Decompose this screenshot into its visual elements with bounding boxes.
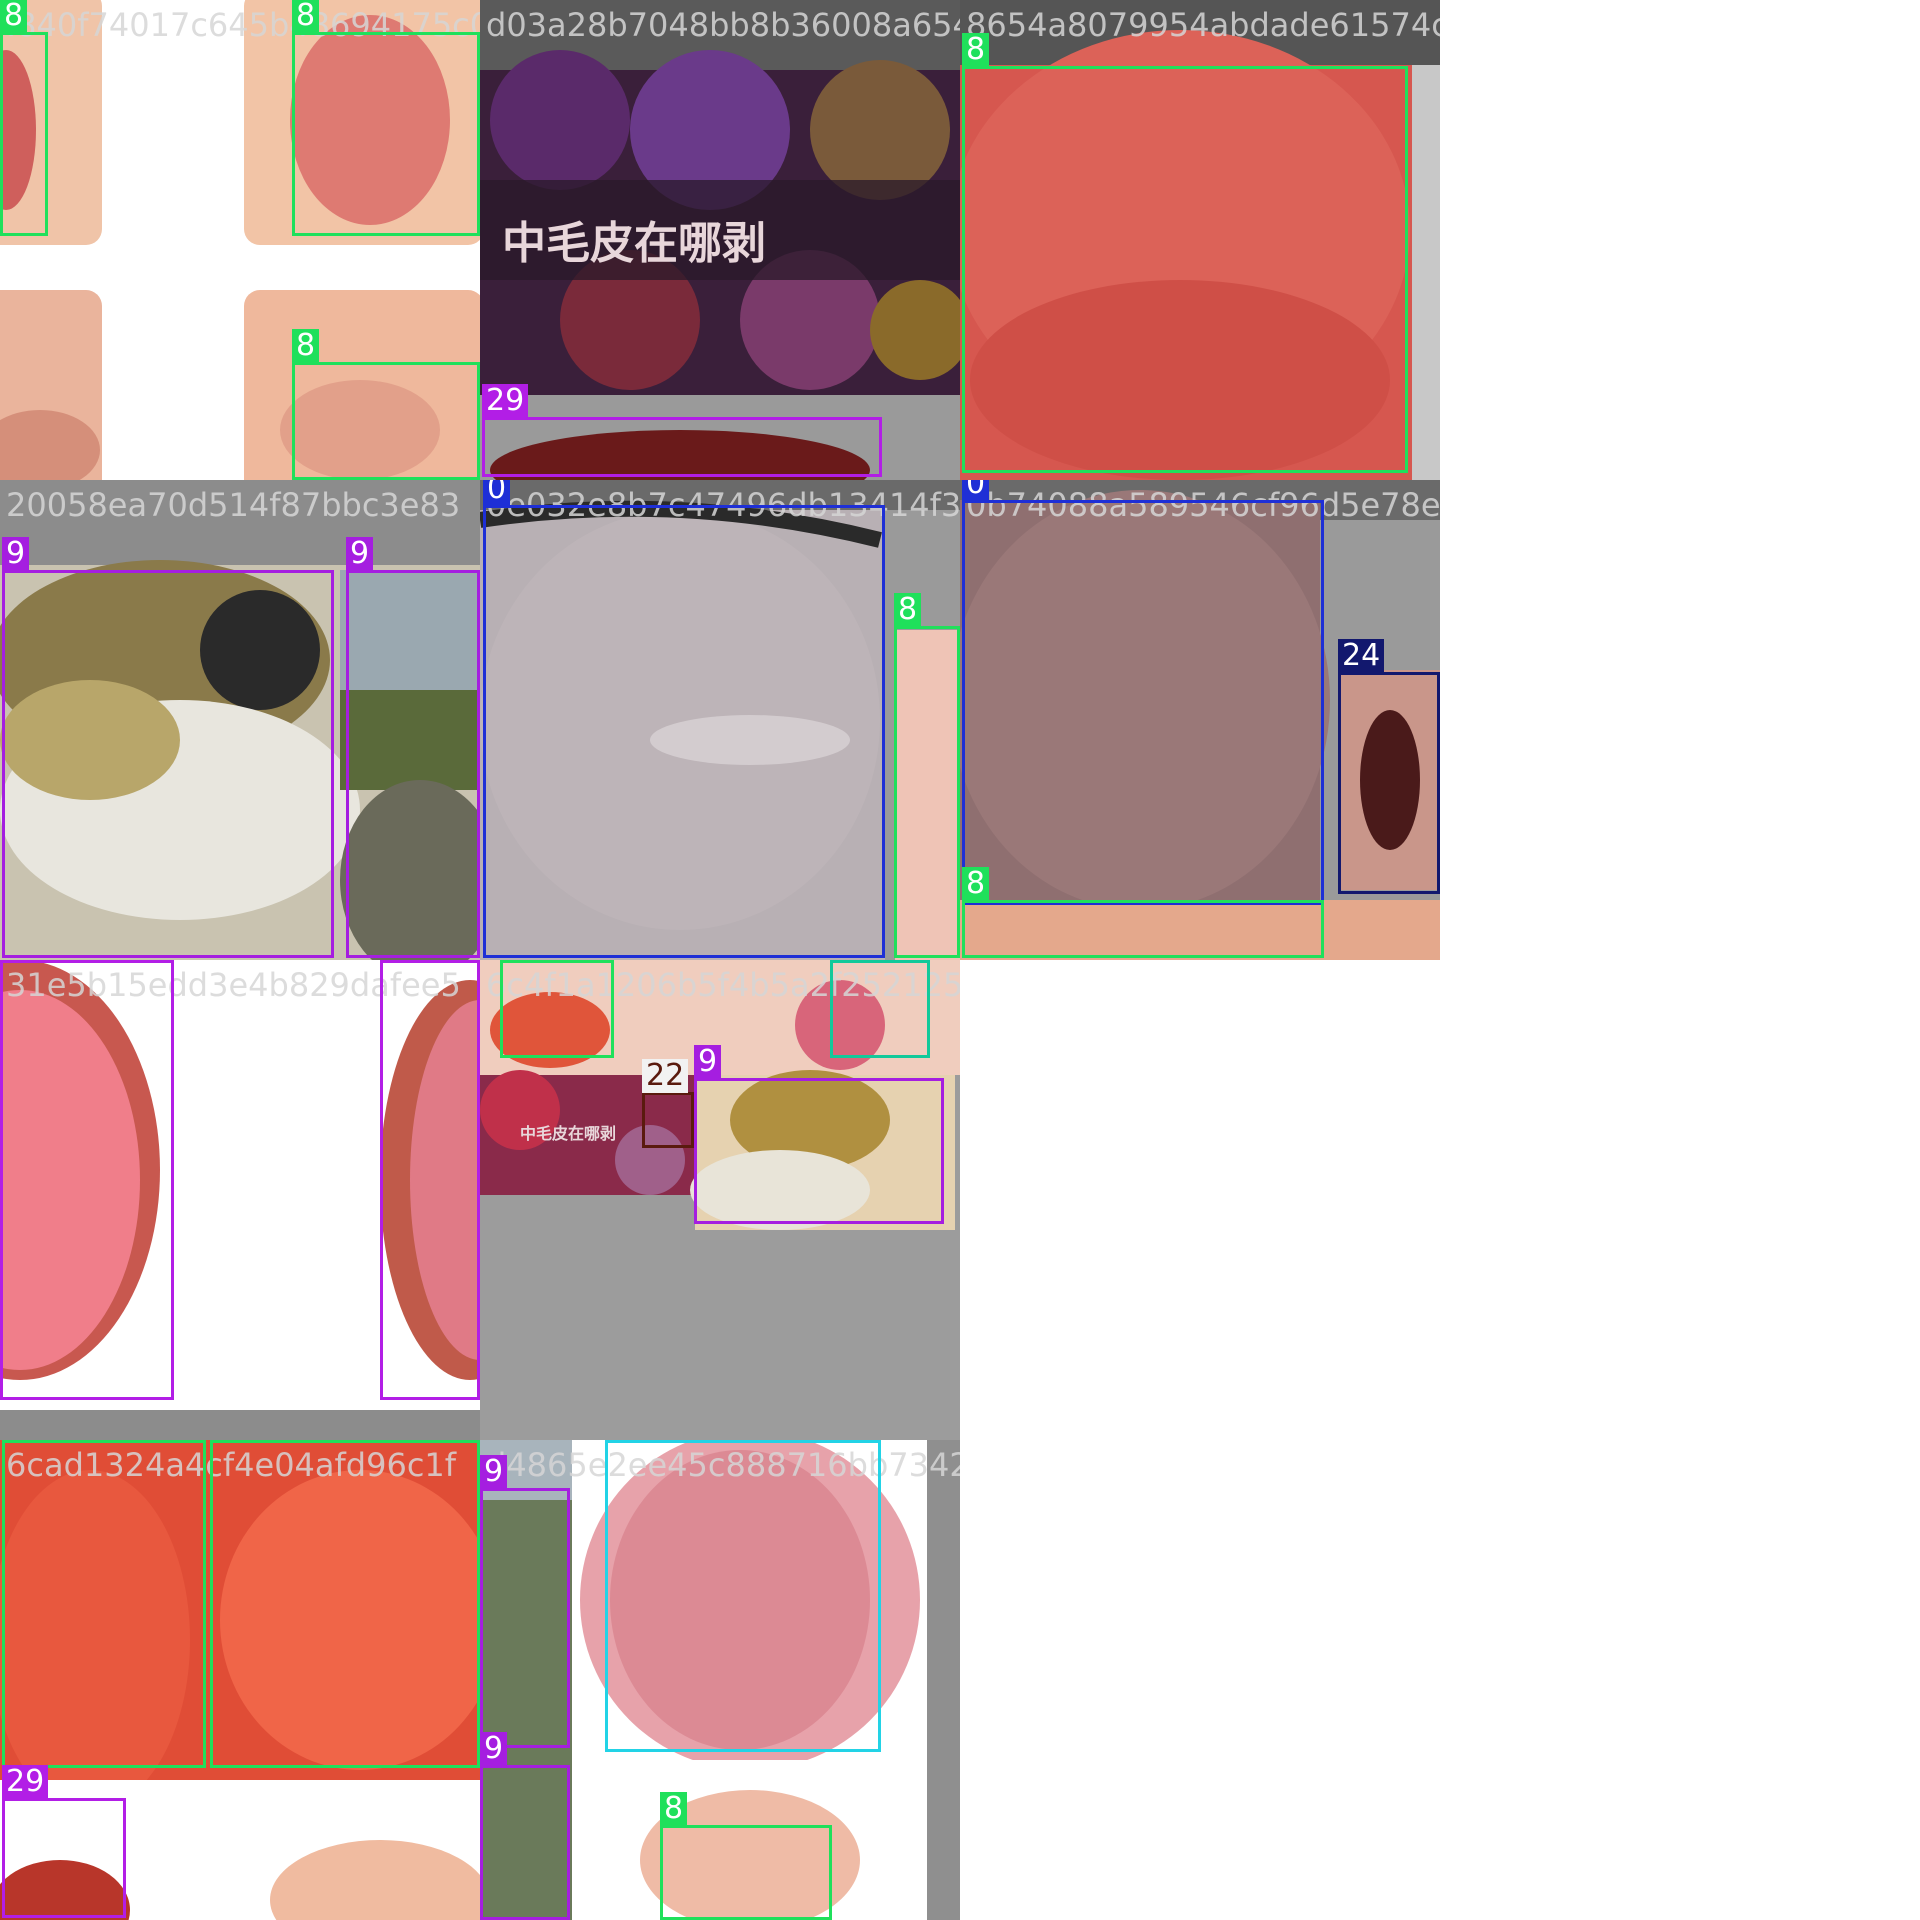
class-label: 9 (480, 1732, 508, 1766)
bbox: 0 (483, 480, 885, 958)
tile-filename: 20058ea70d514f87bbc3e83 (6, 486, 461, 524)
class-label: 29 (482, 384, 529, 418)
class-label: 8 (500, 960, 528, 961)
class-label: 0 (962, 480, 990, 501)
bbox: 8 (2, 1440, 206, 1768)
class-label: 9 (2, 537, 30, 571)
bbox: 29 (2, 1765, 126, 1918)
bbox: 8 (962, 867, 1324, 958)
class-label: 9 (694, 1045, 722, 1079)
class-label: 29 (0, 960, 47, 961)
bbox: 8 (500, 960, 614, 1058)
class-label: 22 (642, 1059, 689, 1093)
class-label: 8 (0, 0, 28, 33)
bbox: 9 (2, 537, 334, 958)
class-label: 3 (830, 960, 858, 961)
bbox: 8 (962, 33, 1408, 473)
bbox: 9 (346, 537, 480, 958)
image-tile-7: 31e5b15edd3e4b829dafee5 29 29 (0, 960, 480, 1440)
class-label: 9 (346, 537, 374, 571)
class-label: 8 (210, 1440, 238, 1441)
class-label: 8 (660, 1792, 688, 1826)
bbox: 9 (480, 1455, 570, 1748)
class-label: 8 (962, 33, 990, 67)
class-label: 9 (480, 1455, 508, 1489)
bbox: 21 (605, 1440, 881, 1752)
bbox: 0 (962, 480, 1324, 905)
bbox: 8 (210, 1440, 480, 1768)
class-label: 8 (2, 1440, 30, 1441)
bbox: 3 (830, 960, 930, 1058)
bbox: 9 (694, 1045, 944, 1224)
image-tile-5: 0e032e8b7c47496db13414f3 0 8 (480, 480, 960, 960)
class-label: 24 (1338, 639, 1385, 673)
bbox: 8 (0, 0, 48, 236)
class-label: 29 (2, 1765, 49, 1799)
caption-text: 中毛皮在哪剥 (520, 1124, 617, 1143)
class-label: 8 (894, 593, 922, 627)
image-tile-9: 6cad1324a4cf4e04afd96c1f 8 8 29 (0, 1440, 480, 1920)
image-tile-2: d03a28b7048bb8b36008a654a8079954 中毛皮在哪剥 … (480, 0, 960, 480)
detection-mosaic: .840f74017c645b48694175c0c7285a28.jpg 8 … (0, 0, 1920, 1920)
bbox: 29 (482, 384, 882, 477)
class-label: 8 (292, 329, 320, 363)
image-tile-3: 8654a8079954abdade61574c6fe6bc0.jpg 8 (960, 0, 1440, 480)
image-tile-10: d4865e2ee45c888716bb734292d52.jpg 9 21 9… (480, 1440, 960, 1920)
bbox: 29 (0, 960, 174, 1400)
class-label: 29 (380, 960, 427, 961)
image-tile-6: 0b74088a589546cf96d5e78ee5694402.jpg 0 2… (960, 480, 1440, 960)
bbox: 24 (1338, 639, 1440, 894)
bbox: 8 (292, 329, 480, 480)
class-label: 0 (483, 480, 511, 506)
class-label: 8 (292, 0, 320, 33)
bbox: 9 (480, 1732, 570, 1920)
bbox: 8 (292, 0, 480, 236)
tile-filename: 8654a8079954abdade61574c6fe6bc0.jpg (966, 6, 1440, 44)
bbox: 29 (380, 960, 480, 1400)
image-tile-4: 20058ea70d514f87bbc3e83 9 9 (0, 480, 480, 960)
image-tile-1: .840f74017c645b48694175c0c7285a28.jpg 8 … (0, 0, 480, 480)
bbox: 22 (642, 1059, 694, 1148)
caption-text: 中毛皮在哪剥 (502, 218, 766, 269)
class-label: 8 (962, 867, 990, 901)
class-label: 21 (605, 1440, 652, 1441)
bbox: 8 (894, 593, 960, 958)
bbox: 8 (660, 1792, 832, 1920)
image-tile-8: 6c4f1a1206b5f4b5a2f252125ddf.jpg 中毛皮在哪剥 … (480, 960, 960, 1440)
tile-filename: d03a28b7048bb8b36008a654a8079954 (486, 6, 960, 44)
